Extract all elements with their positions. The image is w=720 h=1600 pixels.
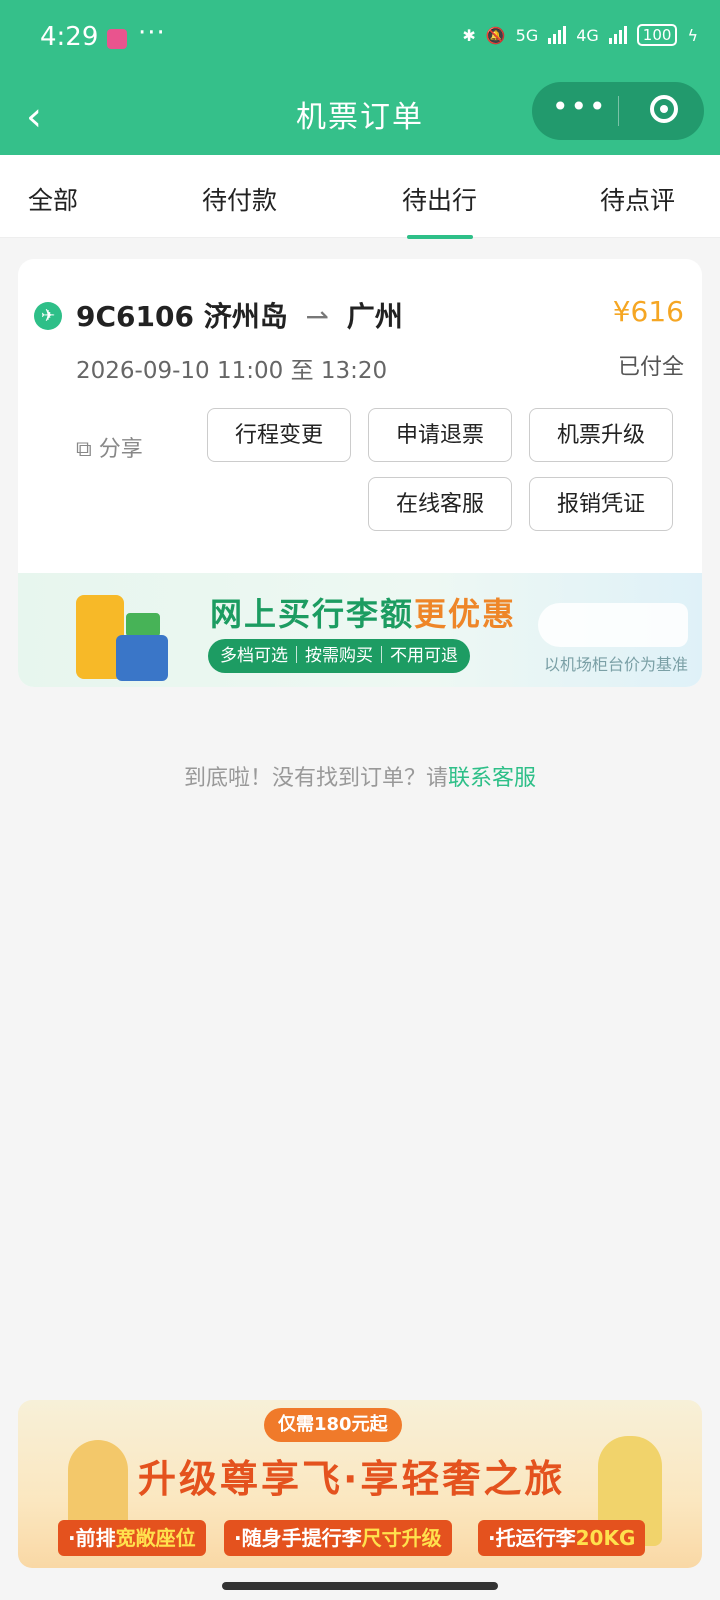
status-indicators: ✱ 🔕 5G 4G 100 ϟ — [462, 24, 698, 46]
suitcase-image-2 — [116, 635, 168, 681]
promo-feature-checked: ·托运行李20KG — [478, 1520, 646, 1556]
customer-service-button[interactable]: 在线客服 — [368, 477, 512, 531]
tab-all[interactable]: 全部 — [28, 181, 78, 217]
tab-upcoming[interactable]: 待出行 — [402, 181, 477, 239]
flight-number: 9C6106 — [76, 300, 194, 333]
banner-title: 网上买行李额更优惠 — [210, 589, 516, 635]
order-price: ¥616 — [612, 295, 684, 328]
feature-checked-value: 20KG — [575, 1526, 636, 1550]
contact-support-link[interactable]: 联系客服 — [448, 766, 536, 791]
upgrade-button[interactable]: 机票升级 — [529, 408, 673, 462]
route-arrow-icon: ⇀ — [305, 300, 329, 333]
network-4g: 4G — [576, 25, 599, 45]
banner-note: 以机场柜台价为基准 — [543, 655, 688, 674]
end-of-list-message: 到底啦！没有找到订单？请联系客服 — [0, 760, 720, 792]
promo-feature-carryon: ·随身手提行李尺寸升级 — [224, 1520, 452, 1556]
status-time: 4:29 — [40, 22, 99, 52]
tab-unpaid[interactable]: 待付款 — [202, 181, 277, 217]
mute-icon: 🔕 — [485, 25, 506, 45]
payment-status: 已付全 — [617, 355, 684, 380]
nav-bar: ‹ 机票订单 ••• — [0, 80, 720, 155]
bag-image — [126, 613, 160, 637]
flight-route: 9C6106 济州岛 ⇀ 广州 — [76, 295, 403, 335]
baggage-promo-banner[interactable]: 网上买行李额更优惠 多档可选｜按需购买｜不用可退 以机场柜台价为基准 — [18, 573, 702, 687]
status-bar: 4:29 ··· ✱ 🔕 5G 4G 100 ϟ — [0, 0, 720, 80]
flight-datetime: 2026-09-10 11:00 至 13:20 — [76, 358, 388, 384]
home-indicator[interactable] — [222, 1582, 498, 1590]
share-button[interactable]: ⧉ 分享 — [76, 431, 143, 463]
share-icon: ⧉ — [76, 437, 99, 462]
promo-price-tag: 仅需180元起 — [264, 1408, 402, 1442]
origin-city: 济州岛 — [203, 300, 288, 333]
miniprogram-capsule: ••• — [532, 82, 704, 140]
plane-icon: ✈ — [34, 302, 62, 330]
signal-icon — [548, 26, 567, 44]
order-card[interactable]: ✈ 9C6106 济州岛 ⇀ 广州 ¥616 2026-09-10 11:00 … — [18, 259, 702, 687]
network-5g: 5G — [515, 25, 539, 45]
airplane-image — [538, 603, 688, 647]
feature-seat-value: 宽敞座位 — [115, 1526, 196, 1550]
tab-review[interactable]: 待点评 — [600, 181, 675, 217]
promo-feature-seat: ·前排宽敞座位 — [58, 1520, 206, 1556]
target-icon[interactable] — [650, 95, 678, 123]
feature-carryon-value: 尺寸升级 — [361, 1526, 442, 1550]
banner-title-highlight: 更优惠 — [414, 595, 517, 633]
upgrade-promo-banner[interactable]: 仅需180元起 升级尊享飞·享轻奢之旅 ·前排宽敞座位 ·随身手提行李尺寸升级 … — [18, 1400, 702, 1568]
bluetooth-icon: ✱ — [462, 25, 476, 45]
end-text: 到底啦！没有找到订单？请 — [183, 766, 448, 791]
header-bar: 4:29 ··· ✱ 🔕 5G 4G 100 ϟ ‹ 机票订单 ••• — [0, 0, 720, 155]
feature-carryon-label: ·随身手提行李 — [234, 1526, 362, 1550]
app-notification-icon — [107, 29, 127, 49]
more-dots-icon[interactable]: ••• — [552, 90, 608, 123]
feature-seat-label: ·前排 — [68, 1526, 116, 1550]
promo-title: 升级尊享飞·享轻奢之旅 — [138, 1457, 566, 1501]
refund-button[interactable]: 申请退票 — [368, 408, 512, 462]
banner-title-main: 网上买行李额 — [210, 595, 415, 633]
invoice-button[interactable]: 报销凭证 — [529, 477, 673, 531]
order-tabs: 全部 待付款 待出行 待点评 — [0, 155, 720, 239]
banner-features: 多档可选｜按需购买｜不用可退 — [208, 639, 470, 673]
status-more: ··· — [138, 18, 166, 48]
battery-icon: 100 — [636, 24, 678, 46]
change-itinerary-button[interactable]: 行程变更 — [207, 408, 351, 462]
feature-checked-label: ·托运行李 — [488, 1526, 576, 1550]
share-label: 分享 — [98, 437, 143, 462]
charging-icon: ϟ — [687, 25, 698, 45]
capsule-divider — [618, 96, 619, 126]
signal-icon-2 — [608, 26, 627, 44]
destination-city: 广州 — [346, 300, 403, 333]
